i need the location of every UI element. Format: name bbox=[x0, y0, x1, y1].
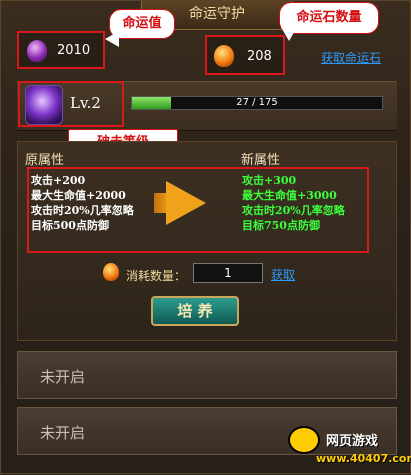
fate-stone-box: 208 bbox=[205, 35, 285, 75]
new-attribute-line: 攻击时20%几率忽略 bbox=[242, 204, 345, 217]
watermark-url: www.40407.com bbox=[316, 452, 411, 465]
new-attribute-line: 攻击+300 bbox=[242, 174, 297, 187]
new-attribute-line: 最大生命值+3000 bbox=[242, 189, 337, 202]
callout-fate-stone-tail bbox=[281, 27, 297, 41]
level-progress-text: 27 / 175 bbox=[236, 97, 278, 108]
old-attributes-title: 原属性 bbox=[25, 153, 65, 168]
old-attribute-line: 最大生命值+2000 bbox=[31, 189, 126, 202]
upgrade-arrow-icon bbox=[166, 181, 206, 225]
locked-slot-label: 未开启 bbox=[40, 368, 86, 386]
destiny-crystal-icon bbox=[25, 85, 63, 125]
old-attribute-line: 攻击+200 bbox=[31, 174, 86, 187]
mascot-icon bbox=[288, 426, 320, 454]
locked-slot-1: 未开启 bbox=[17, 351, 397, 399]
cultivate-button[interactable]: 培 养 bbox=[151, 296, 239, 326]
fate-value-icon bbox=[27, 40, 47, 62]
new-attributes-title: 新属性 bbox=[241, 153, 281, 168]
new-attribute-line: 目标750点防御 bbox=[242, 219, 320, 232]
fate-stone-icon bbox=[214, 45, 234, 67]
site-watermark: 网页游戏 www.40407.com bbox=[286, 416, 411, 475]
old-attribute-line: 攻击时20%几率忽略 bbox=[31, 204, 134, 217]
quantity-input[interactable] bbox=[193, 263, 263, 283]
get-link[interactable]: 获取 bbox=[271, 266, 295, 283]
old-attribute-line: 目标500点防御 bbox=[31, 219, 109, 232]
fate-value: 2010 bbox=[57, 43, 91, 58]
new-attributes-list: 攻击+300 最大生命值+3000 攻击时20%几率忽略 目标750点防御 bbox=[242, 173, 345, 233]
get-fate-stone-link[interactable]: 获取命运石 bbox=[321, 49, 381, 66]
old-attributes-list: 攻击+200 最大生命值+2000 攻击时20%几率忽略 目标500点防御 bbox=[31, 173, 134, 233]
fate-value-box: 2010 bbox=[17, 31, 105, 69]
locked-slot-label: 未开启 bbox=[40, 424, 86, 442]
level-label: Lv.2 bbox=[70, 94, 101, 112]
watermark-site-name: 网页游戏 bbox=[326, 434, 379, 449]
cost-label: 消耗数量： bbox=[126, 269, 187, 283]
callout-fate-value-tail bbox=[105, 31, 119, 47]
level-progress-bar: 27 / 175 bbox=[131, 96, 383, 110]
fate-stone-count: 208 bbox=[247, 49, 272, 64]
cost-fate-stone-icon bbox=[103, 263, 119, 281]
fate-guard-window: 命运守护 2010 208 获取命运石 命运值 命运石数量 Lv.2 27 / … bbox=[0, 0, 411, 474]
